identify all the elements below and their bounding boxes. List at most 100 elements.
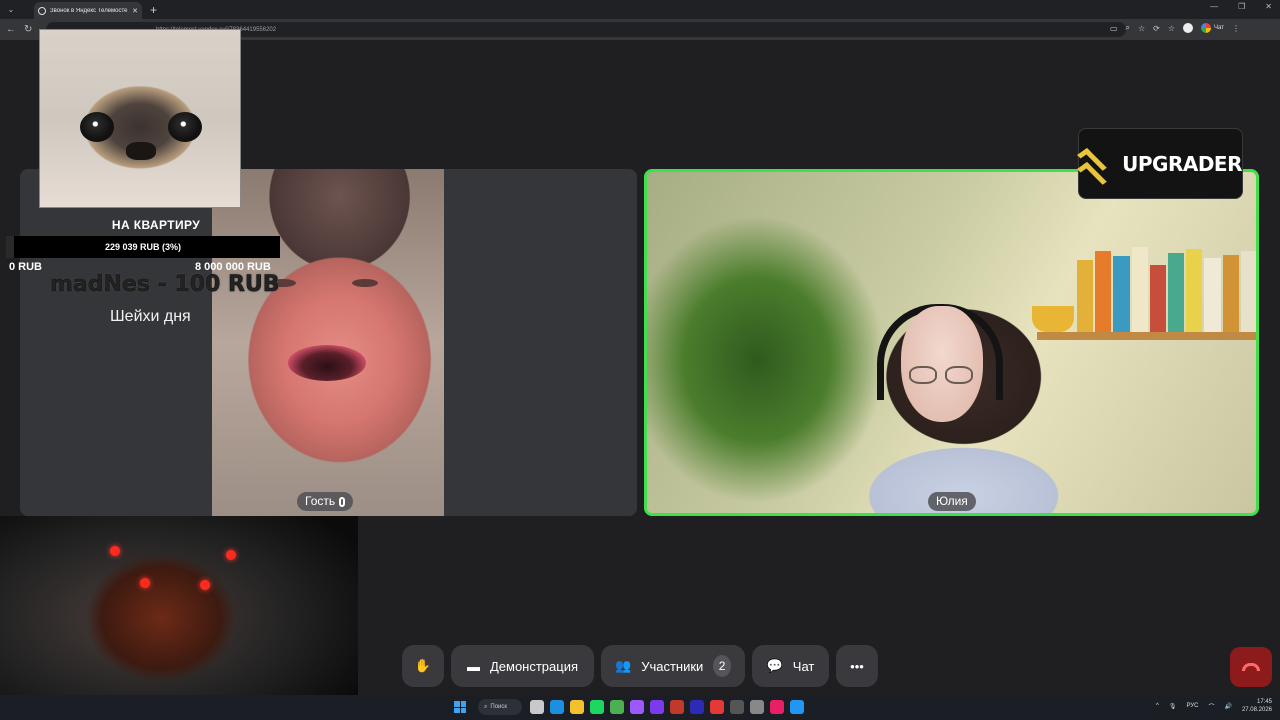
window-controls: — ❐ ✕ (1210, 2, 1272, 11)
tab-title: Звонок в Яндекс Телемосте (50, 7, 128, 14)
screen-share-icon: ▬ (466, 658, 480, 674)
plant-pot (1032, 306, 1074, 332)
pug-webcam-overlay (39, 29, 241, 208)
microphone-icon (339, 496, 346, 507)
youtube-icon[interactable] (710, 700, 724, 714)
camera-icon[interactable]: ▭ (1110, 24, 1118, 33)
pug-nose (126, 142, 156, 160)
volume-icon[interactable]: 🔊 (1224, 703, 1231, 710)
chat-label: Чат (792, 658, 815, 674)
pug-eye (80, 112, 114, 142)
ai-chat-icon (1201, 23, 1212, 33)
end-call-button[interactable] (1230, 647, 1272, 687)
ai-chat-button[interactable]: Чат (1201, 23, 1224, 33)
bookshelf (1077, 242, 1256, 332)
more-button[interactable]: ••• (836, 645, 878, 687)
obs-icon[interactable] (750, 700, 764, 714)
participants-icon: 👥 (615, 658, 632, 673)
participant-tile-yulia[interactable] (644, 169, 1259, 516)
clock-date: 27.08.2026 (1241, 707, 1272, 713)
network-icon[interactable]: ⌒ (1208, 702, 1214, 711)
profile-avatar[interactable] (1183, 23, 1194, 33)
shelf (1037, 332, 1256, 340)
donation-message: Шейхи дня (110, 308, 191, 325)
sponsor-badge: UPGRADER (1077, 128, 1243, 199)
tab-search-icon[interactable]: ⌄ (4, 3, 18, 17)
guest-mouth (288, 345, 366, 381)
sponsor-label: UPGRADER (1122, 151, 1242, 176)
end-call-icon (1242, 663, 1260, 671)
participants-count-badge: 2 (713, 655, 731, 677)
more-icon: ••• (850, 658, 864, 674)
tray-chevron-icon[interactable]: ^ (1156, 703, 1159, 709)
yulia-name-pill: Юлия (928, 492, 976, 511)
taskbar: ⌕ Поиск ^ 🎙 РУС ⌒ 🔊 17:45 27.08.2026 (0, 695, 1280, 720)
mic-tray-icon[interactable]: 🎙 (1169, 703, 1177, 710)
window-close-icon[interactable]: ✕ (1265, 2, 1272, 11)
spotify-icon[interactable] (590, 700, 604, 714)
start-icon[interactable] (454, 701, 466, 713)
demon-eye (140, 578, 150, 588)
screen: ⌄ Звонок в Яндекс Телемосте ✕ + — ❐ ✕ ← … (0, 0, 1280, 720)
audition-icon[interactable] (690, 700, 704, 714)
new-tab-icon[interactable]: + (150, 3, 157, 17)
guest-eye (352, 279, 378, 287)
twitch-icon[interactable] (650, 700, 664, 714)
app-icon[interactable] (670, 700, 684, 714)
game-video-overlay (0, 516, 358, 720)
app-icon[interactable] (730, 700, 744, 714)
telemost-favicon-icon (38, 6, 46, 15)
language-indicator[interactable]: РУС (1186, 703, 1198, 709)
zoom-icon[interactable]: ⌕ (1126, 23, 1130, 33)
back-icon[interactable]: ← (6, 24, 18, 35)
edge-icon[interactable] (550, 700, 564, 714)
pug-eye (168, 112, 202, 142)
browser-menu-icon[interactable]: ⋮ (1232, 24, 1240, 33)
chrome-icon[interactable] (610, 700, 624, 714)
screen-share-button[interactable]: ▬ Демонстрация (451, 645, 594, 687)
clock-time: 17:45 (1256, 699, 1272, 705)
participant-name: Гость (305, 494, 336, 508)
participants-label: Участники (641, 658, 704, 674)
bookmark-star-icon[interactable]: ☆ (1138, 24, 1145, 33)
app-icon[interactable] (630, 700, 644, 714)
donation-goal-bar: 229 039 RUB (3%) (6, 236, 280, 258)
screen-share-label: Демонстрация (489, 658, 579, 674)
participant-face (901, 306, 983, 422)
restore-icon[interactable]: ❐ (1238, 2, 1245, 11)
chat-icon: 💬 (766, 658, 783, 673)
file-explorer-icon[interactable] (570, 700, 584, 714)
donation-goal-progress: 229 039 RUB (3%) (104, 242, 182, 252)
donation-goal-title: НА КВАРТИРУ (111, 218, 201, 232)
clock[interactable]: 17:45 27.08.2026 (1242, 698, 1272, 714)
guest-name-pill: Гость (297, 492, 354, 511)
donation-alert: madNes - 100 RUB (50, 272, 280, 298)
taskbar-search[interactable]: ⌕ Поиск (478, 699, 522, 715)
demon-eye (200, 580, 210, 590)
glasses (909, 366, 975, 384)
demon-eye (226, 550, 236, 560)
browser-tab[interactable]: Звонок в Яндекс Телемосте ✕ (34, 2, 142, 19)
donation-goal-min: 0 RUB (9, 261, 43, 273)
browser-tab-bar: ⌄ Звонок в Яндекс Телемосте ✕ + — ❐ ✕ (0, 0, 1280, 19)
reload-icon[interactable]: ↻ (24, 24, 36, 35)
upgrader-logo-icon (1077, 146, 1114, 189)
tiktok-icon[interactable] (770, 700, 784, 714)
hand-icon: ✋ (414, 658, 432, 673)
participants-button[interactable]: 👥 Участники 2 (601, 645, 745, 687)
address-bar-icons: ▭ ⌕ ☆ ⟳ ☆ Чат ⋮ (1110, 23, 1240, 33)
demon-eye (110, 546, 120, 556)
raise-hand-button[interactable]: ✋ (402, 645, 444, 687)
task-view-icon[interactable] (530, 700, 544, 714)
minimize-icon[interactable]: — (1210, 2, 1218, 11)
telegram-icon[interactable] (790, 700, 804, 714)
chat-button[interactable]: 💬 Чат (752, 645, 829, 687)
favorites-icon[interactable]: ☆ (1168, 24, 1175, 33)
participant-name: Юлия (936, 494, 968, 508)
tab-close-icon[interactable]: ✕ (132, 7, 138, 15)
taskbar-search-label: Поиск (490, 704, 508, 710)
system-tray: ^ 🎙 РУС ⌒ 🔊 17:45 27.08.2026 (1156, 698, 1272, 714)
taskbar-apps (530, 700, 804, 714)
extensions-icon[interactable]: ⟳ (1153, 24, 1160, 33)
ai-chat-label: Чат (1214, 25, 1224, 31)
